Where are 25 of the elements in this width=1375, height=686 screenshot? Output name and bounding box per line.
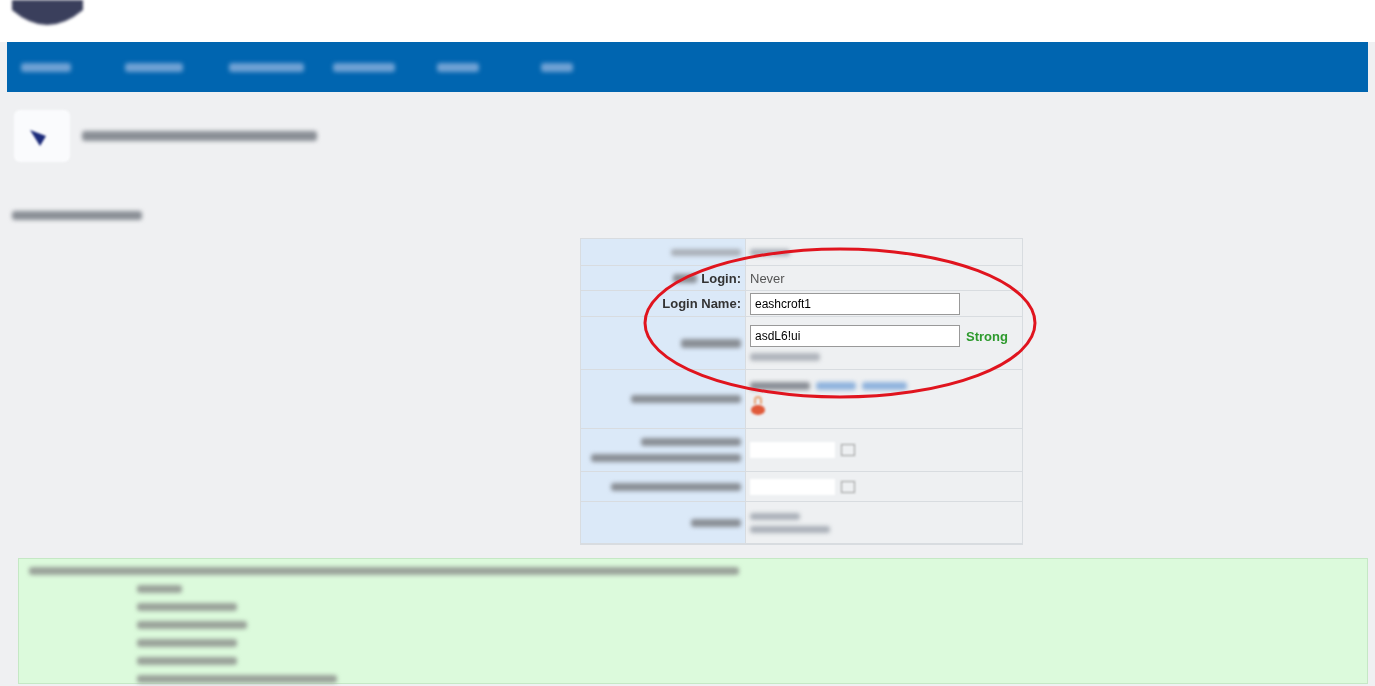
lock-icon — [750, 396, 766, 416]
blurred-text — [816, 382, 856, 390]
blurred-text — [21, 63, 71, 72]
blurred-text — [750, 353, 820, 361]
blurred-text — [137, 585, 182, 593]
blurred-text — [125, 63, 183, 72]
field-label: Login Name: — [662, 296, 741, 311]
blurred-text — [333, 63, 395, 72]
blurred-text — [681, 338, 741, 348]
blurred-text — [750, 382, 810, 390]
strength-label: Strong — [966, 328, 1008, 344]
blurred-text — [862, 382, 907, 390]
input-field[interactable]: eashcroft1 — [750, 292, 960, 315]
password-field[interactable]: asdL6!ui — [750, 325, 960, 347]
field-value: Never — [750, 270, 785, 286]
blurred-text — [691, 518, 741, 527]
blurred-text — [671, 248, 741, 256]
blurred-text — [541, 63, 573, 72]
blurred-text — [437, 63, 479, 72]
field-label: Login: — [701, 270, 741, 286]
calendar-icon[interactable] — [841, 444, 855, 456]
blurred-text — [750, 512, 800, 520]
blurred-text — [673, 273, 698, 283]
calendar-icon[interactable] — [841, 480, 855, 493]
blurred-text — [750, 248, 790, 256]
